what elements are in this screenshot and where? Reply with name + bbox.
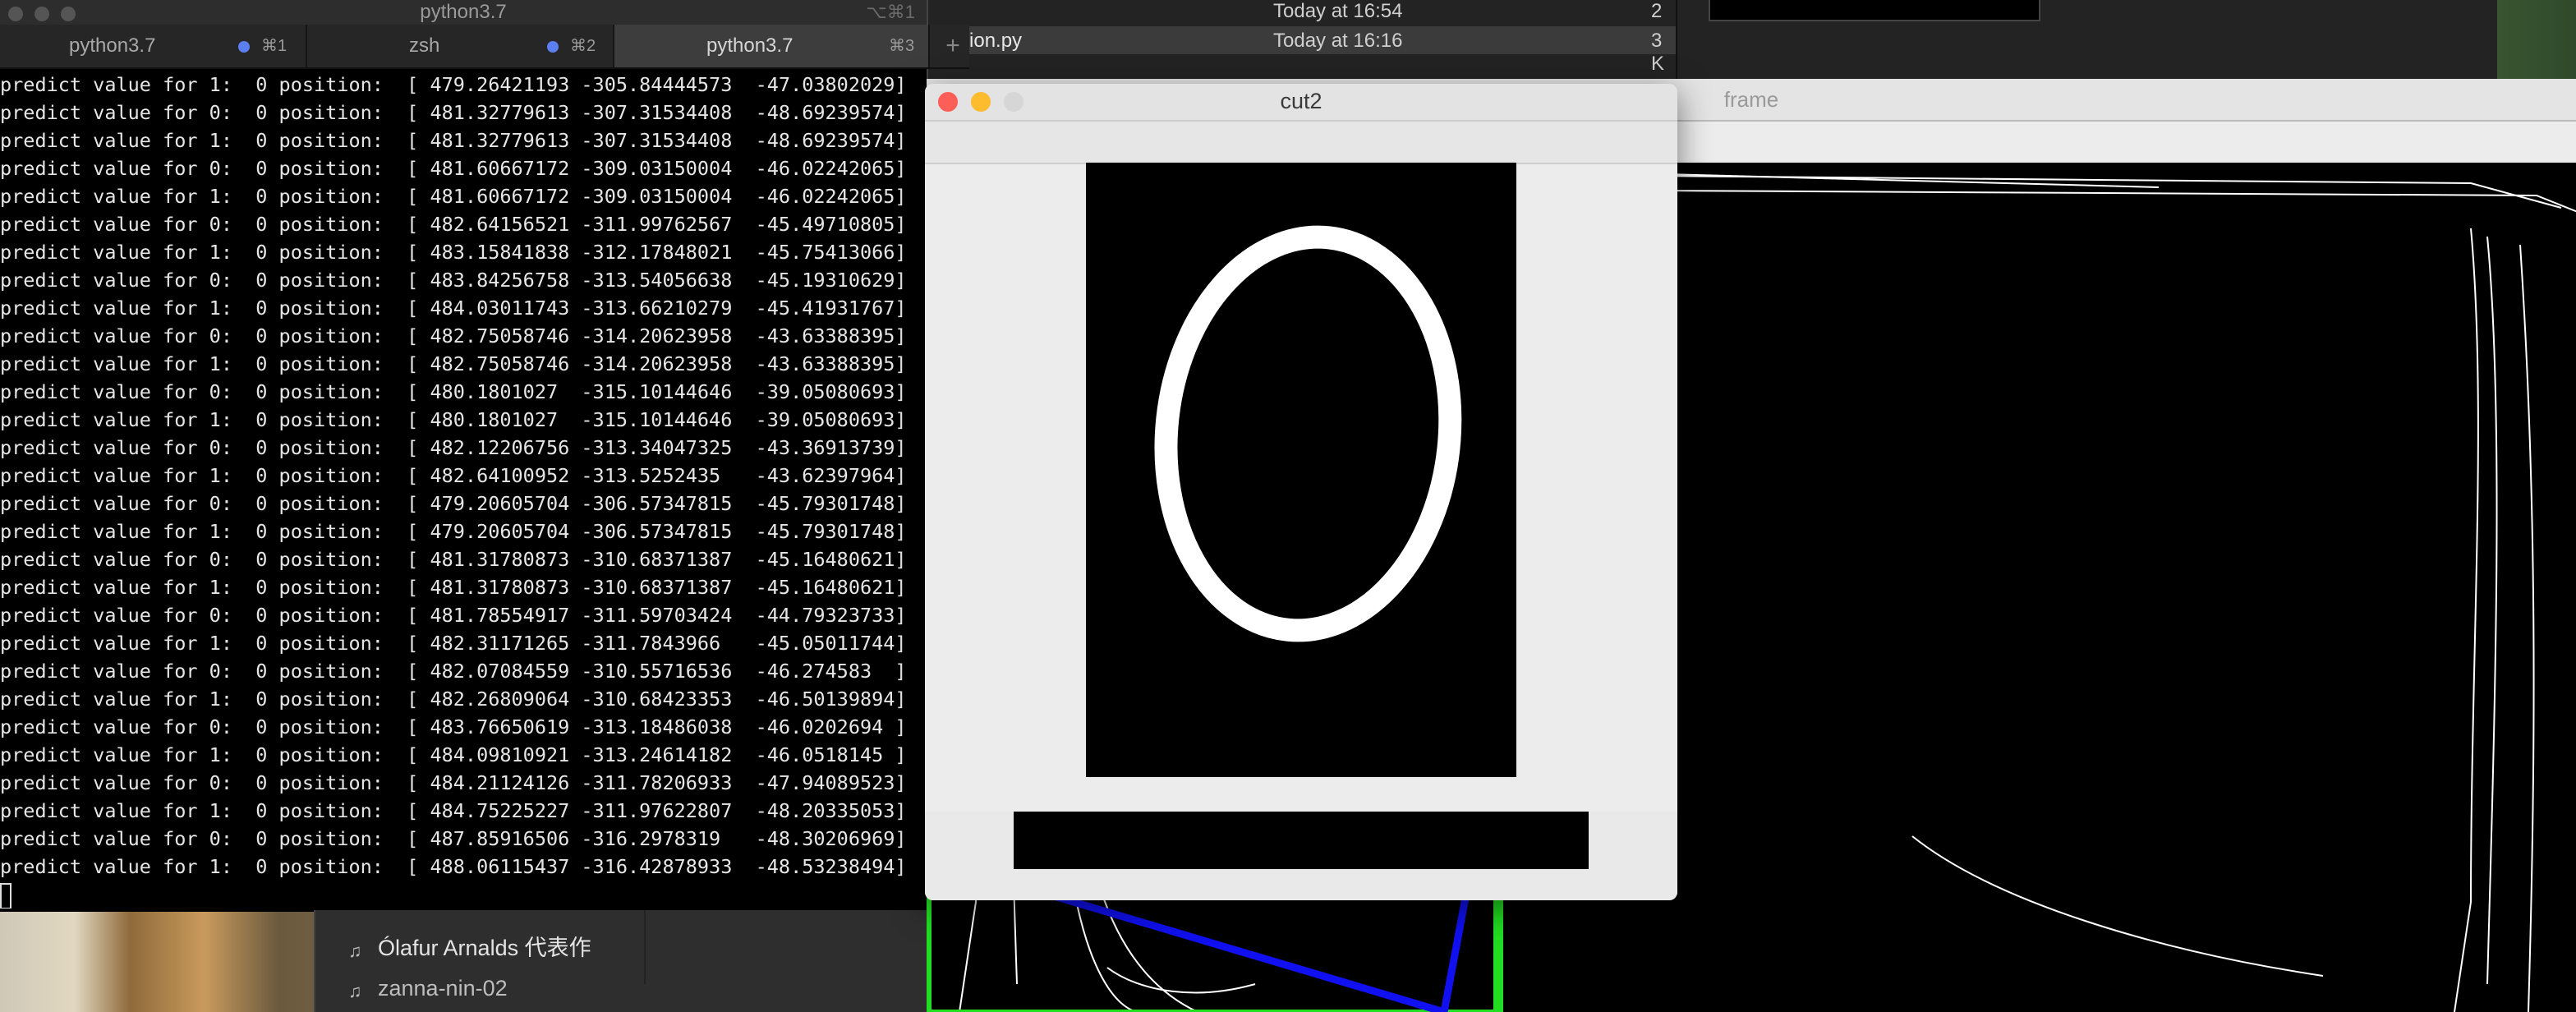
tab-shortcut: ⌘1	[261, 37, 288, 55]
finder-file-date: Today at 16:16	[1273, 30, 1403, 52]
terminal-output[interactable]: predict value for 1: 0 position: [ 479.2…	[0, 71, 927, 908]
music-panel: ♫ Ólafur Arnalds 代表作 ♫ zanna-nin-02	[314, 910, 928, 1012]
tab-zsh[interactable]: zsh ⌘2	[307, 25, 614, 67]
finder-file-date: Today at 16:54	[1273, 0, 1403, 22]
terminal-line: predict value for 0: 0 position: [ 482.0…	[0, 660, 907, 683]
terminal-line: predict value for 0: 0 position: [ 483.7…	[0, 715, 907, 738]
terminal-line: predict value for 1: 0 position: [ 479.2…	[0, 520, 907, 543]
terminal-line: predict value for 1: 0 position: [ 488.0…	[0, 855, 907, 878]
preview-strip	[1709, 0, 2040, 21]
finder-window: Today at 16:54 2 K otion.py Today at 16:…	[928, 0, 2497, 82]
terminal-line: predict value for 1: 0 position: [ 482.3…	[0, 632, 907, 655]
terminal-line: predict value for 1: 0 position: [ 481.3…	[0, 576, 907, 599]
terminal-title: python3.7	[420, 1, 507, 23]
terminal-line: predict value for 1: 0 position: [ 484.7…	[0, 799, 907, 822]
cut2-bottom-area	[925, 812, 1677, 900]
tab-python-1[interactable]: python3.7 ⌘1	[0, 25, 307, 67]
terminal-line: predict value for 0: 0 position: [ 482.1…	[0, 436, 907, 459]
terminal-shortcut: ⌥⌘1	[866, 2, 915, 22]
tab-activity-dot-icon	[547, 41, 559, 53]
finder-row[interactable]: Today at 16:54 2 K	[928, 0, 1676, 45]
tab-label: python3.7	[706, 34, 794, 57]
playlist-item[interactable]: ♫ zanna-nin-02	[348, 976, 508, 1012]
text-cursor-icon	[0, 882, 12, 908]
terminal-line: predict value for 0: 0 position: [ 482.6…	[0, 213, 907, 236]
finder-row[interactable]: otion.py Today at 16:16 3 K	[928, 26, 1676, 75]
terminal-line: predict value for 1: 0 position: [ 484.0…	[0, 743, 907, 766]
terminal-line: predict value for 1: 0 position: [ 482.6…	[0, 464, 907, 487]
terminal-line: predict value for 1: 0 position: [ 480.1…	[0, 408, 907, 431]
terminal-line: predict value for 0: 0 position: [ 481.3…	[0, 548, 907, 571]
tab-label: zsh	[409, 34, 440, 57]
tab-label: python3.7	[69, 34, 156, 57]
playlist-item[interactable]: ♫ Ólafur Arnalds 代表作	[348, 930, 591, 962]
terminal-prompt-line[interactable]	[0, 881, 927, 908]
terminal-line: predict value for 0: 0 position: [ 479.2…	[0, 492, 907, 515]
playlist-item-label: zanna-nin-02	[378, 976, 508, 1000]
terminal-line: predict value for 0: 0 position: [ 481.3…	[0, 101, 907, 124]
terminal-line: predict value for 1: 0 position: [ 479.2…	[0, 73, 907, 96]
terminal-line: predict value for 1: 0 position: [ 484.0…	[0, 297, 907, 320]
terminal-line: predict value for 1: 0 position: [ 481.3…	[0, 129, 907, 152]
playlist-icon: ♫	[348, 941, 362, 961]
cut2-window[interactable]: cut2	[925, 84, 1677, 900]
terminal-line: predict value for 1: 0 position: [ 483.1…	[0, 241, 907, 264]
tab-shortcut: ⌘3	[889, 37, 915, 55]
terminal-line: predict value for 0: 0 position: [ 487.8…	[0, 827, 907, 850]
terminal-tab-bar: python3.7 ⌘1 zsh ⌘2 python3.7 ⌘3	[0, 25, 969, 69]
terminal-line: predict value for 1: 0 position: [ 482.2…	[0, 688, 907, 711]
cut2-titlebar[interactable]: cut2	[925, 84, 1677, 122]
terminal-line: predict value for 0: 0 position: [ 481.6…	[0, 157, 907, 180]
panel-divider	[644, 910, 646, 984]
terminal-line: predict value for 0: 0 position: [ 484.2…	[0, 771, 907, 794]
terminal-window[interactable]: python3.7 ⌥⌘1 python3.7 ⌘1 zsh ⌘2 python…	[0, 0, 969, 912]
terminal-line: predict value for 0: 0 position: [ 481.7…	[0, 604, 907, 627]
cut2-toolbar	[925, 122, 1677, 164]
terminal-line: predict value for 0: 0 position: [ 480.1…	[0, 380, 907, 403]
cut2-title: cut2	[1280, 89, 1322, 113]
cut2-binary-image	[1086, 163, 1516, 777]
playlist-icon: ♫	[348, 981, 362, 1001]
terminal-line: predict value for 1: 0 position: [ 482.7…	[0, 352, 907, 375]
terminal-line: predict value for 1: 0 position: [ 481.6…	[0, 185, 907, 208]
finder-file-size: 3 K	[1651, 30, 1665, 75]
column-divider[interactable]	[1676, 0, 1677, 82]
cut2-bottom-bar	[1014, 812, 1589, 869]
terminal-line: predict value for 0: 0 position: [ 482.7…	[0, 324, 907, 347]
terminal-line: predict value for 0: 0 position: [ 483.8…	[0, 269, 907, 292]
new-tab-button[interactable]: +	[936, 25, 969, 67]
tab-shortcut: ⌘2	[570, 37, 596, 55]
playlist-item-label: Ólafur Arnalds 代表作	[378, 936, 591, 960]
tab-activity-dot-icon	[238, 41, 250, 53]
tab-python-3[interactable]: python3.7 ⌘3	[614, 25, 930, 67]
terminal-titlebar[interactable]: python3.7 ⌥⌘1	[0, 0, 927, 25]
